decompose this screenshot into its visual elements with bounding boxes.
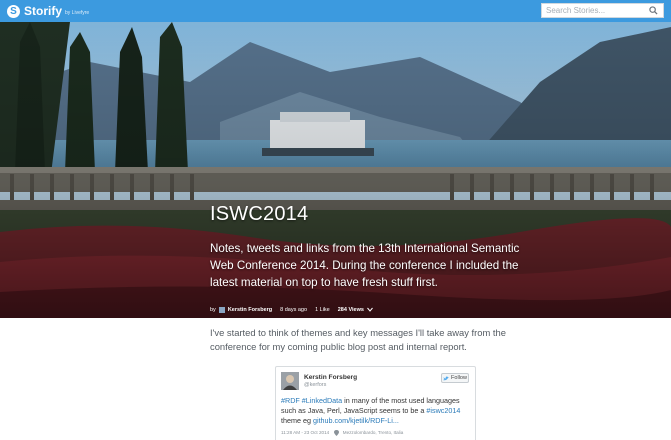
- search-input[interactable]: [542, 4, 646, 17]
- tweet-author-avatar[interactable]: [281, 372, 299, 390]
- embedded-tweet[interactable]: Kerstin Forsberg @kerfors Follow #RDF #L…: [275, 366, 476, 440]
- author-link[interactable]: Kerstin Forsberg: [228, 307, 272, 313]
- tweet-timestamp[interactable]: 11:28 AM - 23 Oct 2014: [281, 430, 329, 435]
- twitter-bird-icon: [443, 376, 450, 380]
- views-dropdown[interactable]: 284 Views: [338, 307, 374, 313]
- story-title: ISWC2014: [210, 203, 309, 225]
- storify-logo[interactable]: S Storify by Livefyre: [7, 4, 89, 18]
- tweet-text: #RDF #LinkedData in many of the most use…: [281, 396, 471, 426]
- follow-button[interactable]: Follow: [441, 373, 469, 383]
- story-description: Notes, tweets and links from the 13th In…: [210, 242, 520, 289]
- top-navigation-bar: S Storify by Livefyre: [0, 0, 671, 22]
- search-box: [541, 3, 664, 18]
- story-header: ISWC2014 Notes, tweets and links from th…: [210, 203, 540, 313]
- storify-logo-icon: S: [7, 4, 20, 18]
- story-intro-text: I've started to think of themes and key …: [210, 327, 506, 352]
- likes-count[interactable]: 1 Like: [315, 307, 330, 313]
- search-icon[interactable]: [646, 4, 660, 17]
- avatar-photo-icon: [281, 372, 299, 390]
- chevron-down-icon: [367, 307, 374, 312]
- tweet-location[interactable]: Mezzolombardo, Trento, Italia: [343, 430, 404, 435]
- follow-label: Follow: [451, 375, 467, 381]
- location-pin-icon: [334, 430, 340, 436]
- tweet-footer: 11:28 AM - 23 Oct 2014 Mezzolombardo, Tr…: [281, 430, 403, 436]
- story-hero-banner: ISWC2014 Notes, tweets and links from th…: [0, 22, 671, 318]
- author-avatar[interactable]: [218, 307, 225, 313]
- tweet-author-handle[interactable]: @kerfors: [304, 382, 326, 388]
- views-count: 284 Views: [337, 307, 364, 313]
- tweet-hashtags[interactable]: #RDF #LinkedData: [281, 396, 342, 405]
- tweet-hashtag-iswc[interactable]: #iswc2014: [426, 406, 460, 415]
- tweet-link[interactable]: github.com/kjetilk/RDF-Li...: [313, 416, 399, 425]
- by-label: by: [210, 307, 216, 313]
- tweet-author-name[interactable]: Kerstin Forsberg: [304, 374, 357, 381]
- logo-byline: by Livefyre: [65, 9, 90, 16]
- story-date: 8 days ago: [280, 307, 308, 313]
- tweet-text-part-2: theme eg: [281, 416, 313, 425]
- story-meta: by Kerstin Forsberg 8 days ago 1 Like 28…: [210, 307, 540, 313]
- logo-text: Storify: [24, 4, 63, 18]
